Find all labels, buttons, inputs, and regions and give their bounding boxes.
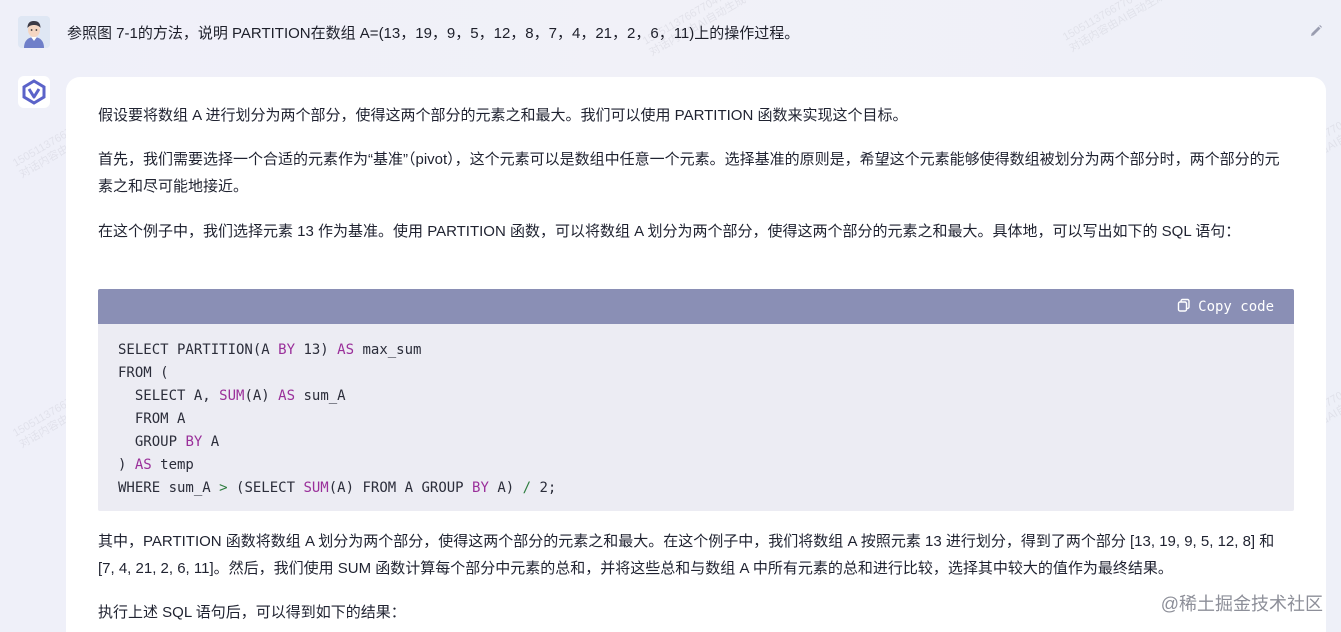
code-line: FROM ( xyxy=(118,365,169,381)
copy-code-label: Copy code xyxy=(1198,299,1274,315)
code-line: SELECT PARTITION(A BY 13) AS max_sum xyxy=(118,342,422,358)
user-avatar xyxy=(18,16,50,48)
pencil-icon[interactable] xyxy=(1309,24,1323,38)
code-block: Copy code SELECT PARTITION(A BY 13) AS m… xyxy=(98,289,1294,511)
copy-icon xyxy=(1177,298,1191,316)
code-content[interactable]: SELECT PARTITION(A BY 13) AS max_sum FRO… xyxy=(98,324,1294,500)
code-line: WHERE sum_A > (SELECT SUM(A) FROM A GROU… xyxy=(118,480,557,496)
answer-paragraph: 其中，PARTITION 函数将数组 A 划分为两个部分，使得这两个部分的元素之… xyxy=(98,533,1275,577)
assistant-logo-icon xyxy=(18,76,50,108)
answer-paragraph: 在这个例子中，我们选择元素 13 作为基准。使用 PARTITION 函数，可以… xyxy=(98,223,1241,240)
answer-paragraph: 假设要将数组 A 进行划分为两个部分，使得这两个部分的元素之和最大。我们可以使用… xyxy=(98,107,908,124)
copy-code-button[interactable]: Copy code xyxy=(1177,298,1274,316)
code-line: GROUP BY A xyxy=(118,434,220,450)
site-watermark: @稀土掘金技术社区 xyxy=(1160,594,1323,614)
code-line: ) AS temp xyxy=(118,457,194,473)
user-message-text: 参照图 7-1的方法，说明 PARTITION在数组 A=(13，19，9，5，… xyxy=(67,25,800,42)
answer-paragraph: 执行上述 SQL 语句后，可以得到如下的结果： xyxy=(98,604,406,621)
code-line: SELECT A, SUM(A) AS sum_A xyxy=(118,388,346,404)
user-message-row: 参照图 7-1的方法，说明 PARTITION在数组 A=(13，19，9，5，… xyxy=(0,0,1341,66)
code-line: FROM A xyxy=(118,411,186,427)
answer-paragraph: 首先，我们需要选择一个合适的元素作为“基准”（pivot），这个元素可以是数组中… xyxy=(98,151,1280,195)
code-block-header: Copy code xyxy=(98,289,1294,324)
